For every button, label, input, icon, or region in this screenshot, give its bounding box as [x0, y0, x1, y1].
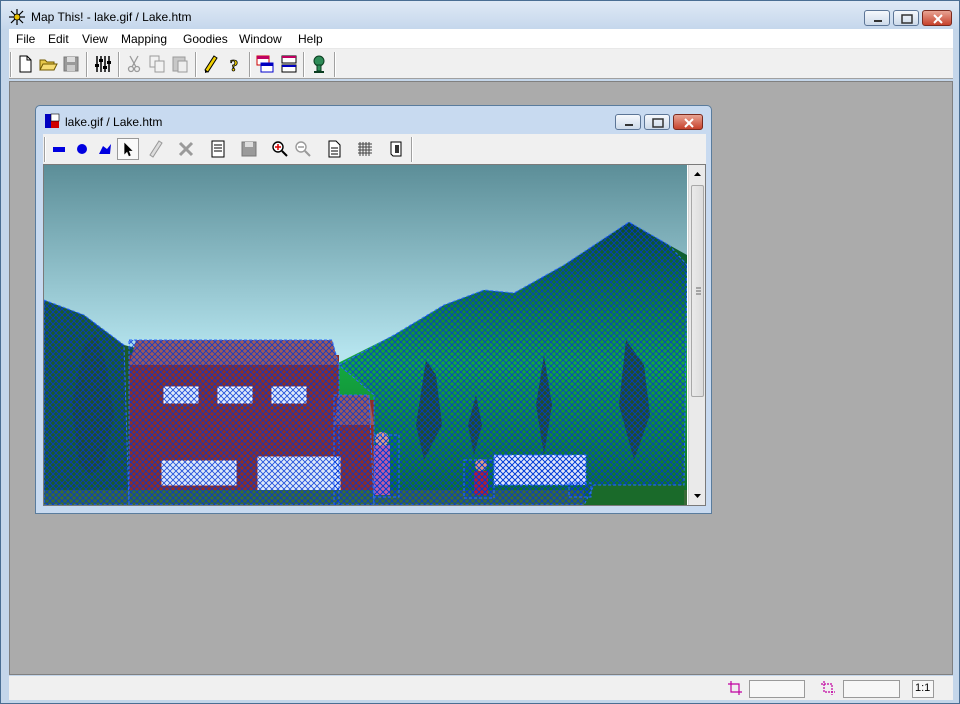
grip-icon	[696, 287, 701, 295]
zoom-readout: 1:1	[912, 680, 934, 698]
svg-text:?: ?	[230, 56, 239, 75]
menu-goodies[interactable]: Goodies	[183, 32, 228, 46]
menu-bar: File Edit View Mapping Goodies Window He…	[9, 29, 953, 49]
maximize-button[interactable]	[893, 10, 919, 26]
main-toolbar: ?	[9, 49, 953, 79]
close-icon	[933, 14, 943, 24]
minimize-button[interactable]	[864, 10, 890, 26]
child-title-bar[interactable]: lake.gif / Lake.htm	[36, 106, 711, 132]
restore-icon	[901, 14, 913, 24]
save-map-icon[interactable]	[238, 138, 260, 160]
scroll-up-icon[interactable]	[689, 166, 706, 183]
tile-windows-icon[interactable]	[278, 53, 300, 75]
main-window: Map This! - lake.gif / Lake.htm File Edi…	[0, 0, 960, 704]
starburst-app-icon	[9, 9, 25, 25]
settings-sliders-icon[interactable]	[92, 53, 114, 75]
copy-icon[interactable]	[146, 53, 168, 75]
size-readout	[843, 680, 900, 698]
open-folder-icon[interactable]	[37, 53, 59, 75]
rectangle-tool-icon[interactable]	[48, 138, 70, 160]
map-pin-icon[interactable]	[308, 53, 330, 75]
scrollbar-thumb[interactable]	[691, 185, 704, 397]
menu-window[interactable]: Window	[239, 32, 282, 46]
scroll-down-icon[interactable]	[689, 487, 706, 504]
menu-view[interactable]: View	[82, 32, 108, 46]
menu-mapping[interactable]: Mapping	[121, 32, 167, 46]
menu-file[interactable]: File	[16, 32, 35, 46]
position-readout	[749, 680, 805, 698]
menu-help[interactable]: Help	[298, 32, 323, 46]
child-maximize-button[interactable]	[644, 114, 670, 130]
save-icon[interactable]	[60, 53, 82, 75]
paste-icon[interactable]	[169, 53, 191, 75]
new-icon[interactable]	[14, 53, 36, 75]
area-properties-icon[interactable]	[207, 138, 229, 160]
document-icon[interactable]	[323, 138, 345, 160]
mapping-toolbar	[43, 134, 706, 164]
minimize-icon	[625, 124, 633, 126]
close-icon	[684, 118, 694, 128]
delete-area-icon[interactable]	[175, 138, 197, 160]
cut-icon[interactable]	[123, 53, 145, 75]
cascade-windows-icon[interactable]	[254, 53, 276, 75]
maximize-icon	[652, 118, 664, 128]
image-canvas[interactable]	[43, 164, 706, 506]
pointer-tool-icon[interactable]	[117, 138, 139, 160]
zoom-out-icon[interactable]	[292, 138, 314, 160]
crop-size-icon	[821, 681, 835, 695]
pencil-icon[interactable]	[200, 53, 222, 75]
minimize-icon	[874, 20, 882, 22]
window-title: Map This! - lake.gif / Lake.htm	[31, 10, 192, 24]
title-bar[interactable]: Map This! - lake.gif / Lake.htm	[1, 1, 959, 29]
grid-icon[interactable]	[354, 138, 376, 160]
lake-image[interactable]	[44, 165, 687, 505]
vertical-scrollbar[interactable]	[688, 165, 705, 505]
map-info-icon[interactable]	[385, 138, 407, 160]
edit-area-icon[interactable]	[145, 138, 167, 160]
polygon-tool-icon[interactable]	[94, 138, 116, 160]
image-map-icon	[45, 113, 60, 128]
close-button[interactable]	[922, 10, 952, 26]
child-close-button[interactable]	[673, 114, 703, 130]
child-minimize-button[interactable]	[615, 114, 641, 130]
status-bar: 1:1	[9, 676, 953, 700]
zoom-in-icon[interactable]	[269, 138, 291, 160]
help-question-icon[interactable]: ?	[223, 53, 245, 75]
child-window-title: lake.gif / Lake.htm	[65, 115, 163, 129]
menu-edit[interactable]: Edit	[48, 32, 69, 46]
circle-tool-icon[interactable]	[71, 138, 93, 160]
child-window: lake.gif / Lake.htm	[35, 105, 712, 514]
crop-position-icon	[728, 681, 742, 695]
